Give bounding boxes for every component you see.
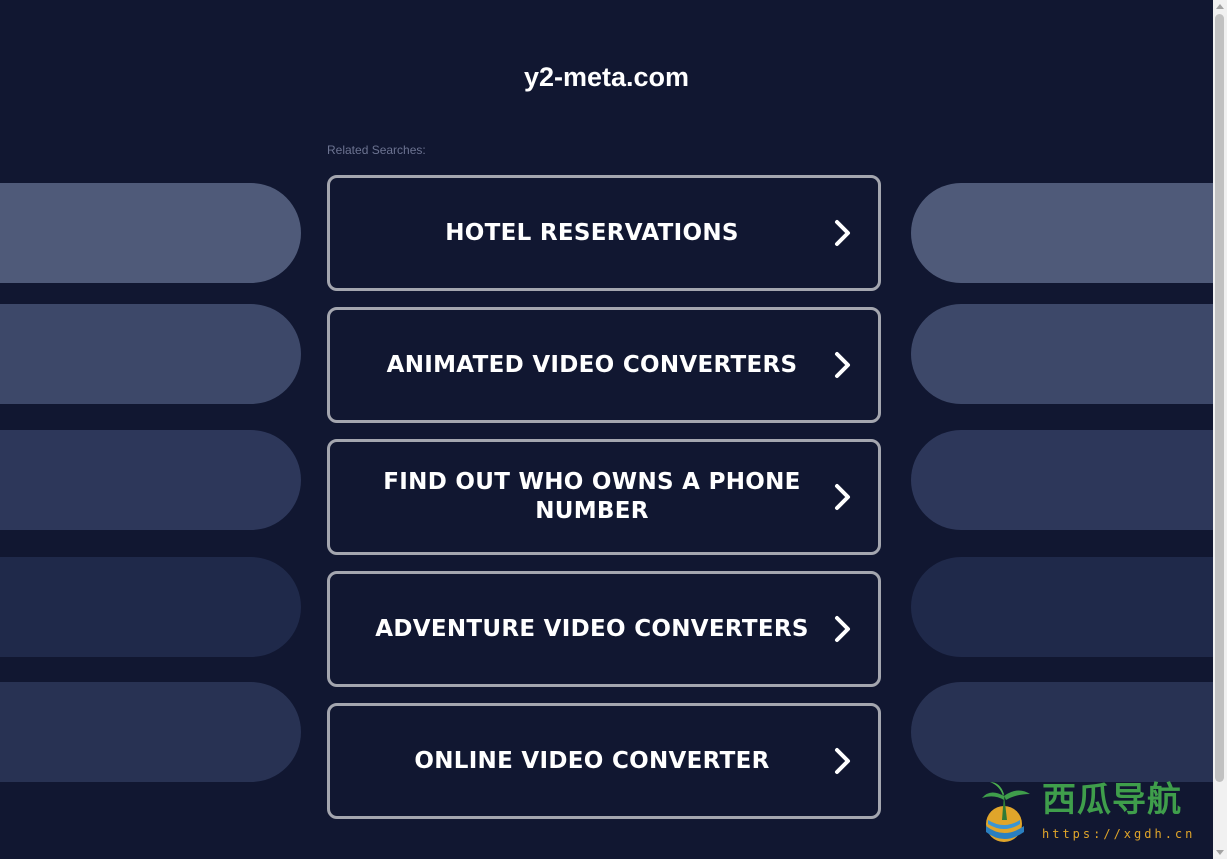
chevron-right-icon bbox=[835, 352, 850, 378]
watermark-url: https://xgdh.cn bbox=[1042, 827, 1196, 841]
related-search-button[interactable]: FIND OUT WHO OWNS A PHONE NUMBER bbox=[327, 439, 881, 555]
related-search-button[interactable]: ONLINE VIDEO CONVERTER bbox=[327, 703, 881, 819]
scroll-up-arrow-icon[interactable] bbox=[1216, 4, 1224, 9]
related-search-label: HOTEL RESERVATIONS bbox=[445, 219, 739, 246]
related-search-label: ANIMATED VIDEO CONVERTERS bbox=[386, 351, 798, 378]
scroll-down-arrow-icon[interactable] bbox=[1216, 850, 1224, 855]
related-search-label: FIND OUT WHO OWNS A PHONE NUMBER bbox=[383, 469, 801, 524]
related-search-button[interactable]: ADVENTURE VIDEO CONVERTERS bbox=[327, 571, 881, 687]
decor-pill-right-3 bbox=[911, 430, 1227, 530]
decor-pill-left-2 bbox=[0, 304, 301, 404]
watermark-text: 西瓜导航 bbox=[1042, 780, 1182, 820]
decor-pill-left-3 bbox=[0, 430, 301, 530]
chevron-right-icon bbox=[835, 616, 850, 642]
chevron-right-icon bbox=[835, 484, 850, 510]
scrollbar-thumb[interactable] bbox=[1215, 14, 1224, 782]
decor-pill-right-5 bbox=[911, 682, 1227, 782]
decor-pill-right-2 bbox=[911, 304, 1227, 404]
decor-pill-left-5 bbox=[0, 682, 301, 782]
decor-pill-right-1 bbox=[911, 183, 1227, 283]
page-viewport: y2-meta.com Related Searches: HOTEL RESE… bbox=[0, 0, 1227, 859]
watermelon-logo-icon bbox=[982, 782, 1030, 842]
site-title: y2-meta.com bbox=[523, 62, 690, 92]
related-search-button[interactable]: HOTEL RESERVATIONS bbox=[327, 175, 881, 291]
decor-pill-left-1 bbox=[0, 183, 301, 283]
watermark: 西瓜导航 https://xgdh.cn bbox=[976, 778, 1212, 848]
decor-pill-left-4 bbox=[0, 557, 301, 657]
chevron-right-icon bbox=[835, 220, 850, 246]
related-searches-label: Related Searches: bbox=[327, 143, 426, 157]
related-search-label: ADVENTURE VIDEO CONVERTERS bbox=[375, 615, 809, 642]
related-search-button[interactable]: ANIMATED VIDEO CONVERTERS bbox=[327, 307, 881, 423]
vertical-scrollbar[interactable] bbox=[1213, 0, 1227, 859]
chevron-right-icon bbox=[835, 748, 850, 774]
related-search-label: ONLINE VIDEO CONVERTER bbox=[414, 747, 770, 774]
decor-pill-right-4 bbox=[911, 557, 1227, 657]
